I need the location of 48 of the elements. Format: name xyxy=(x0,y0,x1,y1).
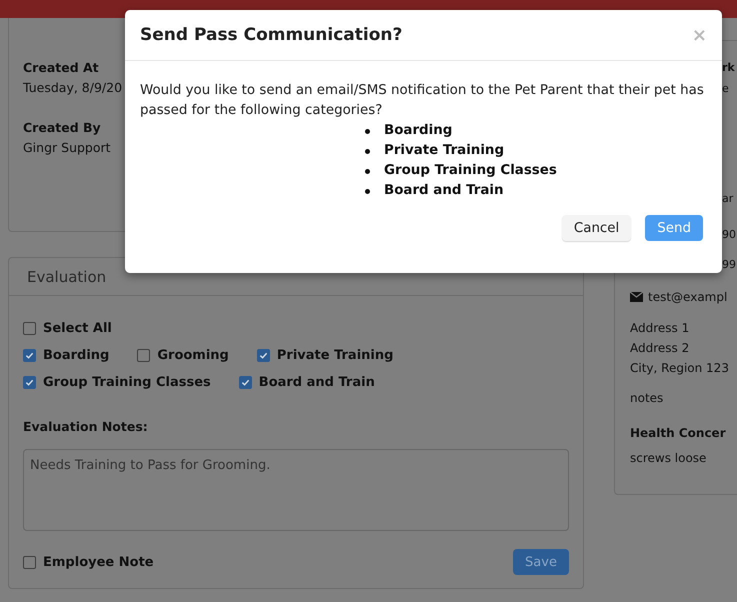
checkbox[interactable] xyxy=(23,348,36,362)
cancel-button[interactable]: Cancel xyxy=(562,215,632,241)
save-button[interactable]: Save xyxy=(513,549,569,575)
category-text: Private Training xyxy=(384,142,504,160)
checkbox[interactable] xyxy=(256,348,270,362)
category-text: Boarding xyxy=(384,122,452,140)
category-text: Board and Train xyxy=(384,182,504,200)
info-text: 99 xyxy=(722,257,736,273)
checkbox-label: Group Training Classes xyxy=(43,374,211,390)
checkbox[interactable] xyxy=(23,376,36,388)
checkbox-label: Boarding xyxy=(43,348,110,362)
info-text: e xyxy=(722,81,729,97)
bullet-icon xyxy=(365,188,370,194)
info-text: 90 xyxy=(722,227,736,243)
info-text: rk xyxy=(722,60,735,76)
send-button[interactable]: Send xyxy=(645,215,703,241)
checkbox-label: Employee Note xyxy=(43,554,154,570)
address-line: Address 2 xyxy=(630,340,690,357)
bullet-icon xyxy=(365,168,370,174)
section-heading: Health Concer xyxy=(630,425,726,442)
bullet-icon xyxy=(365,128,370,134)
detail-label: Created At xyxy=(23,59,99,77)
info-text: ar xyxy=(722,191,734,207)
checkbox[interactable] xyxy=(23,322,36,334)
detail-value: Tuesday, 8/9/20 xyxy=(23,79,122,97)
close-button[interactable]: × xyxy=(692,24,707,46)
detail-value: Gingr Support xyxy=(23,139,111,157)
email-text: test@exampl xyxy=(648,289,728,306)
notes-field[interactable]: Needs Training to Pass for Grooming. xyxy=(23,449,569,531)
detail-label: Created By xyxy=(23,119,101,137)
checkbox-label: Grooming xyxy=(157,348,229,362)
category-text: Group Training Classes xyxy=(384,162,557,180)
health-text: screws loose xyxy=(630,450,706,467)
notes-label: Evaluation Notes: xyxy=(23,418,148,436)
notes-text: notes xyxy=(630,390,664,407)
dialog-message: Would you like to send an email/SMS notification to the Pet Parent that their pet has passed for the following categories? xyxy=(140,82,705,120)
checkbox-label: Board and Train xyxy=(258,374,375,390)
bullet-icon xyxy=(365,148,370,154)
dialog-title: Send Pass Communication? xyxy=(140,25,402,45)
envelope-icon xyxy=(630,292,643,302)
checkbox-label: Private Training xyxy=(276,348,394,362)
checkbox[interactable] xyxy=(238,376,252,388)
checkbox[interactable] xyxy=(23,556,36,568)
checkbox[interactable] xyxy=(137,348,150,362)
checkbox-label: Select All xyxy=(43,320,112,336)
address-line: City, Region 123 xyxy=(630,360,729,377)
card-title: Evaluation xyxy=(27,268,106,286)
address-line: Address 1 xyxy=(630,320,690,337)
